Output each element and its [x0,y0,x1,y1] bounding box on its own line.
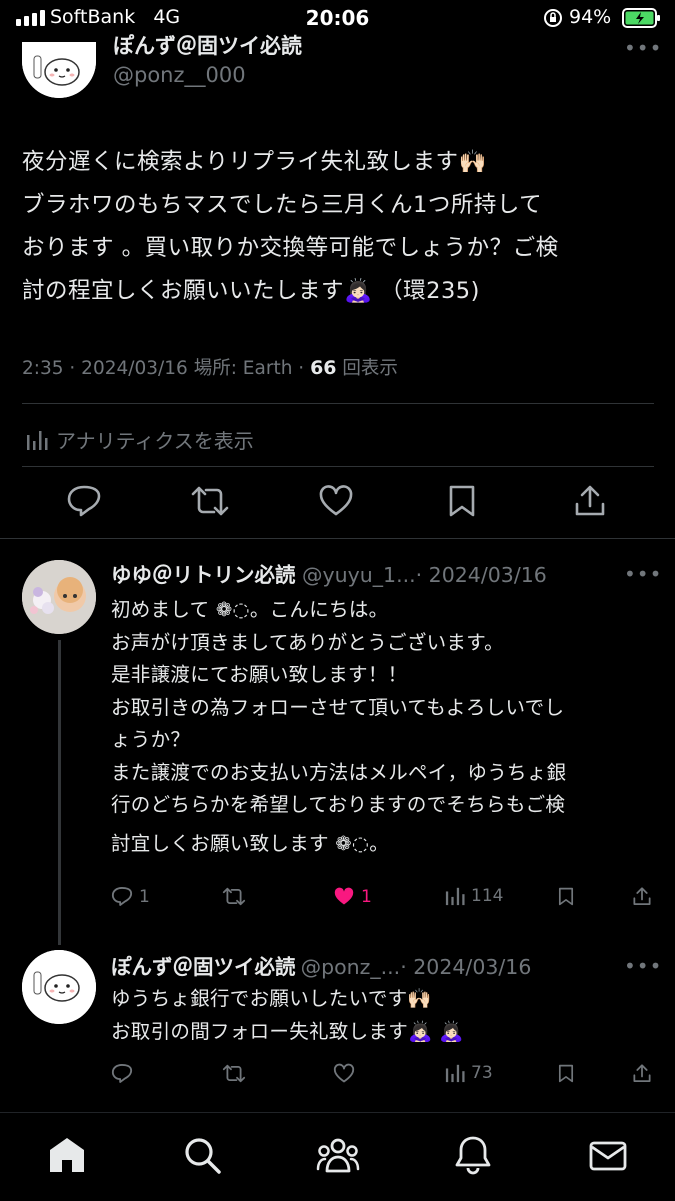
tweet-meta: 2:35 · 2024/03/16 場所: Earth · 66 回表示 [22,354,398,380]
reply-text-line: 行のどちらかを希望しておりますのでそちらもご検 [111,793,566,816]
tweet-timestamp[interactable]: 2:35 · 2024/03/16 場所: Earth · [22,358,310,379]
divider [0,538,675,539]
bookmark-button[interactable] [557,1063,575,1084]
retweet-button[interactable] [222,886,246,907]
communities-icon [316,1138,360,1173]
reply-text-line: 討宜しくお願い致します ❁◌。 [111,831,390,855]
reply-text-line: 是非譲渡にてお願い致します！！ [111,663,408,686]
bell-icon [455,1136,491,1175]
tweet-text-line: 討の程宜しくお願いいたします🙇🏻‍♀️ （環235) [22,278,480,304]
reply-icon [111,1064,133,1083]
bookmark-icon [449,485,475,517]
tab-search[interactable] [182,1135,222,1175]
tab-messages[interactable] [588,1135,628,1175]
divider [22,466,654,467]
retweet-button[interactable] [190,484,230,518]
reply-avatar[interactable] [22,560,96,634]
like-icon [334,887,354,905]
reply-text-line: お取引の間フォロー失礼致します🙇🏻‍♀️ 🙇🏻‍♀️ [111,1019,464,1043]
reply-header: ぽんず＠固ツイ必読 @ponz_...· 2024/03/16 [111,950,531,980]
tweet-text-line: ブラホワのもちマスでしたら三月くん1つ所持して [22,192,543,218]
reply-button[interactable] [111,1063,133,1084]
reply-avatar[interactable] [22,950,96,1024]
like-icon [319,485,353,516]
share-button[interactable] [632,1063,652,1084]
retweet-icon [191,486,229,516]
share-icon [633,1064,651,1083]
view-count: 66 [310,357,337,379]
reply-button[interactable]: 1 [111,886,150,907]
reply-text-line: お取引きの為フォローさせて頂いてもよろしいでし [111,695,565,719]
bookmark-icon [558,887,574,906]
like-count: 1 [361,886,372,907]
status-bar: SoftBank 4G 20:06 94% [0,0,675,36]
author-handle[interactable]: @ponz__000 [113,63,246,87]
more-options-button[interactable]: ••• [624,36,662,60]
thread-line [58,640,61,945]
avatar[interactable] [22,42,96,98]
reply-button[interactable] [66,484,102,518]
reply-icon [111,887,133,906]
views-button[interactable]: 114 [445,886,503,906]
like-button[interactable] [333,1063,355,1084]
author-name[interactable]: ぽんず＠固ツイ必読 [113,30,302,60]
bookmark-button[interactable] [446,484,478,518]
reply-text-line: また譲渡でのお支払い方法はメルペイ，ゆうちょ銀 [111,760,567,784]
reply-text-line: ゆうちょ銀行でお願いしたいです🙌🏻 [111,987,432,1010]
home-icon [50,1138,84,1172]
analytics-label: アナリティクスを表示 [56,429,254,453]
view-count-label: 回表示 [336,358,398,379]
share-icon [633,887,651,906]
share-button[interactable] [573,484,607,518]
reply-text: ゆうちょ銀行でお願いしたいです🙌🏻 お取引の間フォロー失礼致します🙇🏻‍♀️ 🙇… [111,983,661,1048]
analytics-icon [445,887,465,906]
share-icon [575,485,605,516]
tweet-text-line: 夜分遅くに検索よりリプライ失礼致します🙌🏻 [22,149,488,175]
reply-icon [67,485,101,517]
orientation-lock-icon [543,8,563,28]
search-icon [185,1138,221,1174]
retweet-icon [222,1064,246,1083]
tab-notifications[interactable] [454,1135,492,1175]
tweet-text-line: おります 。買い取りか交換等可能でしょうか？ご検 [22,235,559,261]
analytics-icon [445,1064,465,1083]
battery-icon [622,8,662,28]
divider [22,403,654,404]
views-button[interactable]: 73 [445,1063,493,1083]
more-options-button[interactable]: ••• [624,562,662,586]
reply-author-name[interactable]: ぽんず＠固ツイ必読 [111,955,296,979]
reply-header: ゆゆ＠リトリン必読 @yuyu_1...· 2024/03/16 [111,558,547,588]
tweet-text: 夜分遅くに検索よりリプライ失礼致します🙌🏻 ブラホワのもちマスでしたら三月くん1… [22,141,652,313]
mail-icon [589,1141,627,1171]
retweet-button[interactable] [222,1063,246,1084]
reply-date[interactable]: · 2024/03/16 [400,955,531,979]
reply-count: 1 [139,886,150,907]
like-button[interactable]: 1 [333,886,372,907]
reply-text-line: 初めまして ❁◌。こんにちは。 [111,598,389,621]
analytics-icon [26,429,48,451]
battery-percent: 94% [569,6,612,28]
bookmark-icon [558,1064,574,1083]
retweet-icon [222,887,246,906]
reply-date[interactable]: · 2024/03/16 [416,563,547,587]
view-count: 73 [471,1063,493,1083]
reply-author-handle[interactable]: @yuyu_1... [302,563,416,587]
reply-author-name[interactable]: ゆゆ＠リトリン必読 [111,563,296,587]
share-button[interactable] [632,886,652,907]
tab-home[interactable] [47,1135,87,1175]
reply-text: 初めまして ❁◌。こんにちは。 お声がけ頂きましてありがとうございます。 是非譲… [111,594,661,860]
like-icon [333,1063,355,1083]
analytics-button[interactable]: アナリティクスを表示 [26,425,254,454]
bookmark-button[interactable] [557,886,575,907]
view-count: 114 [471,886,504,906]
like-button[interactable] [318,484,354,518]
reply-author-handle[interactable]: @ponz_... [301,955,401,979]
reply-text-line: ょうか？ [111,728,191,751]
more-options-button[interactable]: ••• [624,954,662,978]
bottom-tab-bar [0,1112,675,1201]
tab-communities[interactable] [316,1135,360,1175]
reply-text-line: お声がけ頂きましてありがとうございます。 [111,630,504,654]
